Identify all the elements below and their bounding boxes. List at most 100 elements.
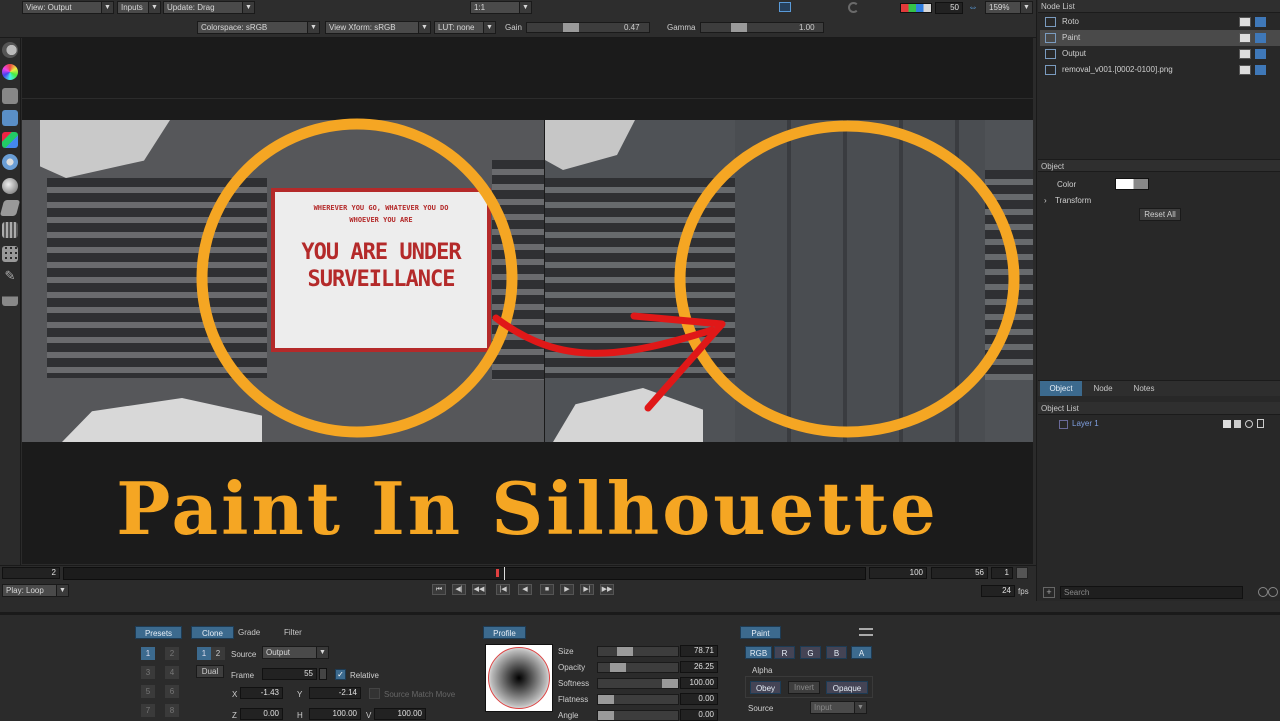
y-field[interactable]: -2.14 [309, 687, 361, 699]
lightning-icon[interactable] [1255, 17, 1266, 27]
alpha-obey[interactable]: Obey [750, 681, 781, 694]
histogram-icon[interactable] [2, 290, 18, 306]
profile-tab[interactable]: Profile [483, 626, 526, 639]
play-mode-dropdown[interactable]: Play: Loop ▼ [2, 584, 69, 597]
grid-icon[interactable] [2, 246, 18, 262]
fit-width-icon[interactable]: ⇔ [968, 2, 982, 13]
channel-value-field[interactable]: 50 [935, 2, 963, 14]
tab-object[interactable]: Object [1040, 381, 1082, 396]
node-paint[interactable]: Paint [1040, 30, 1280, 46]
preset-key-5[interactable]: 5 [141, 685, 155, 698]
node-roto[interactable]: Roto [1040, 14, 1280, 30]
sun-icon[interactable] [2, 154, 18, 170]
timeline-start-field[interactable]: 2 [2, 567, 60, 579]
playhead-marker[interactable] [496, 569, 499, 577]
brush-param-slider[interactable] [597, 662, 679, 673]
channel-b[interactable]: B [826, 646, 847, 659]
preset-key-3[interactable]: 3 [141, 666, 155, 679]
brush-param-slider-knob[interactable] [610, 663, 626, 672]
lut-dropdown[interactable]: LUT: none ▼ [434, 21, 496, 34]
gain-slider-knob[interactable] [563, 23, 579, 32]
v-field[interactable]: 100.00 [374, 708, 426, 720]
presets-tab[interactable]: Presets [135, 626, 182, 639]
update-dropdown[interactable]: Update: Drag ▼ [163, 1, 255, 14]
add-object-icon[interactable]: + [1043, 587, 1055, 598]
paint-tab[interactable]: Paint [740, 626, 781, 639]
go-to-start-icon[interactable]: ⏮ [432, 584, 446, 595]
brush-param-slider-knob[interactable] [598, 711, 614, 720]
tab-grade[interactable]: Grade [238, 628, 270, 637]
document-icon[interactable] [1257, 419, 1264, 428]
brush-param-value[interactable]: 0.00 [680, 709, 718, 721]
node-output[interactable]: Output [1040, 46, 1280, 62]
rewind-icon[interactable]: ◀◀ [472, 584, 486, 595]
view-toggle-icon[interactable] [1239, 65, 1251, 75]
view-xform-dropdown[interactable]: View Xform: sRGB ▼ [325, 21, 431, 34]
zoom-dropdown[interactable]: 159% ▼ [985, 1, 1033, 14]
lightning-icon[interactable] [1255, 49, 1266, 59]
brush-param-value[interactable]: 26.25 [680, 661, 718, 673]
preset-key-2[interactable]: 2 [165, 647, 179, 660]
chevron-right-icon[interactable]: › [1044, 196, 1047, 205]
timeline-end-field[interactable]: 100 [869, 567, 927, 579]
color-swatch[interactable] [1115, 178, 1149, 190]
relative-checkbox[interactable]: ✓ [335, 669, 346, 680]
play-forward-icon[interactable]: ▶ [560, 584, 574, 595]
brush-param-slider-knob[interactable] [617, 647, 633, 656]
no-filter-icon[interactable] [1268, 587, 1278, 597]
fps-field[interactable]: 24 [981, 585, 1015, 597]
view-output-dropdown[interactable]: View: Output ▼ [22, 1, 114, 14]
current-frame-field[interactable]: 56 [931, 567, 988, 579]
gain-value[interactable]: 0.47 [624, 23, 640, 32]
lightning-icon[interactable] [1255, 33, 1266, 43]
channel-rgb[interactable]: RGB [745, 646, 772, 659]
film-icon[interactable] [2, 222, 18, 238]
sphere-icon[interactable] [2, 178, 18, 194]
view-toggle-icon[interactable] [1239, 33, 1251, 43]
brush-param-slider[interactable] [597, 710, 679, 721]
view-toggle-icon[interactable] [1239, 49, 1251, 59]
tab-notes[interactable]: Notes [1124, 381, 1164, 396]
x-field[interactable]: -1.43 [240, 687, 283, 699]
view-toggle-icon[interactable] [1239, 17, 1251, 27]
channel-a[interactable]: A [851, 646, 872, 659]
inputs-dropdown[interactable]: Inputs ▼ [117, 1, 161, 14]
lock-icon[interactable] [1234, 420, 1241, 428]
eye-icon[interactable] [1245, 420, 1253, 428]
colorspace-dropdown[interactable]: Colorspace: sRGB ▼ [197, 21, 320, 34]
step-back-icon[interactable]: |◀ [496, 584, 510, 595]
brush-param-slider[interactable] [597, 646, 679, 657]
rectangle-tool-icon[interactable] [2, 88, 18, 104]
step-field[interactable]: 1 [991, 567, 1013, 579]
clone-set-1[interactable]: 1 [197, 647, 211, 660]
color-channels-icon[interactable] [900, 3, 932, 13]
previous-key-icon[interactable]: ◀| [452, 584, 466, 595]
alpha-invert[interactable]: Invert [788, 681, 820, 694]
tab-filter[interactable]: Filter [284, 628, 314, 637]
timeline-menu-icon[interactable] [1016, 567, 1028, 579]
alpha-opaque[interactable]: Opaque [826, 681, 868, 694]
z-field[interactable]: 0.00 [240, 708, 283, 720]
preset-key-4[interactable]: 4 [165, 666, 179, 679]
h-field[interactable]: 100.00 [309, 708, 361, 720]
step-forward-icon[interactable]: ▶| [580, 584, 594, 595]
wrench-icon[interactable]: ✎ [2, 268, 18, 284]
undo-icon[interactable] [848, 2, 859, 13]
visibility-icon[interactable] [1223, 420, 1231, 428]
fast-forward-icon[interactable]: ▶▶ [600, 584, 614, 595]
lightning-icon[interactable] [1255, 65, 1266, 75]
source-match-move-checkbox[interactable] [369, 688, 380, 699]
frame-field[interactable]: 55 [262, 668, 317, 680]
gamma-slider-knob[interactable] [731, 23, 747, 32]
clear-search-icon[interactable] [1258, 587, 1268, 597]
channel-r[interactable]: R [774, 646, 795, 659]
layer-row[interactable]: Layer 1 [1040, 418, 1280, 431]
preset-key-8[interactable]: 8 [165, 704, 179, 717]
gamma-value[interactable]: 1.00 [799, 23, 815, 32]
preset-key-7[interactable]: 7 [141, 704, 155, 717]
ratio-dropdown[interactable]: 1:1 ▼ [470, 1, 532, 14]
select-tool-icon[interactable] [2, 42, 18, 58]
tab-clone[interactable]: Clone [191, 626, 234, 639]
channel-g[interactable]: G [800, 646, 821, 659]
timeline-scrubber[interactable] [63, 567, 866, 580]
